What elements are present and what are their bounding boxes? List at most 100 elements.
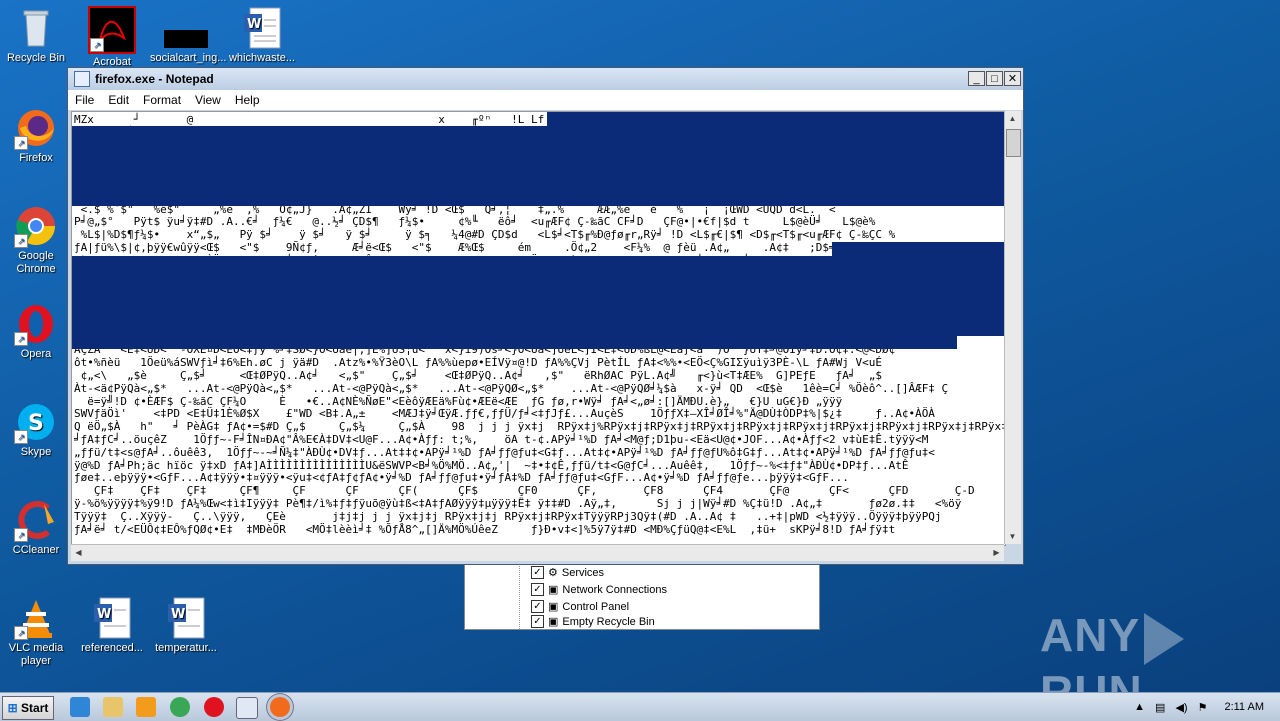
notepad-window[interactable]: firefox.exe - Notepad _ □ ✕ File Edit Fo… xyxy=(67,67,1024,565)
desktop-icon-label: VLC media player xyxy=(8,642,64,667)
window-title: firefox.exe - Notepad xyxy=(95,72,214,86)
selection-highlight xyxy=(72,256,1005,336)
desktop-icon-chrome[interactable]: ↗ Google Chrome xyxy=(0,204,72,276)
text-editor-area[interactable]: MZx ┘ @ x ╓ºⁿ !L Lf!This program cannot … xyxy=(71,111,1006,546)
shortcut-arrow-icon: ↗ xyxy=(14,332,28,346)
start-label: Start xyxy=(21,701,49,715)
checkbox[interactable]: ✓ xyxy=(531,615,544,628)
shortcut-arrow-icon: ↗ xyxy=(14,234,28,248)
desktop-icon-opera[interactable]: ↗ Opera xyxy=(0,302,72,361)
flag-tray-icon[interactable]: ⚑ xyxy=(1193,701,1213,714)
desktop-icon-temperature[interactable]: W temperatur... xyxy=(150,596,222,655)
firefox-icon: ↗ xyxy=(14,106,58,150)
list-item-label: Network Connections xyxy=(562,583,667,596)
desktop-icon-label: CCleaner xyxy=(12,544,60,556)
desktop-icon-firefox[interactable]: ↗ Firefox xyxy=(0,106,72,165)
recycle-bin-icon xyxy=(14,6,58,50)
checkbox[interactable]: ✓ xyxy=(531,583,544,596)
network-tray-icon[interactable]: ▤ xyxy=(1150,701,1170,714)
menu-edit[interactable]: Edit xyxy=(101,93,136,107)
acrobat-icon: ↗ xyxy=(88,6,136,54)
selection-highlight xyxy=(547,112,1005,126)
title-bar[interactable]: firefox.exe - Notepad xyxy=(68,68,1023,90)
checkbox[interactable]: ✓ xyxy=(531,600,544,613)
scroll-right-arrow-icon[interactable]: ▶ xyxy=(989,545,1004,560)
shortcut-arrow-icon: ↗ xyxy=(14,626,28,640)
list-item[interactable]: ✓ ▣ Control Panel xyxy=(531,598,629,615)
clock[interactable]: 2:11 AM xyxy=(1212,701,1280,713)
scroll-down-arrow-icon[interactable]: ▼ xyxy=(1005,529,1020,544)
watermark-text: ANY xyxy=(1040,609,1141,661)
shortcut-arrow-icon: ↗ xyxy=(14,430,28,444)
close-button[interactable]: ✕ xyxy=(1004,71,1021,86)
desktop-icon-label: whichwaste... xyxy=(228,52,296,64)
shortcut-arrow-icon: ↗ xyxy=(90,38,104,52)
word-document-icon: W xyxy=(240,6,284,50)
word-document-icon: W xyxy=(164,596,208,640)
shortcut-arrow-icon: ↗ xyxy=(14,528,28,542)
vertical-scrollbar[interactable]: ▲ ▼ xyxy=(1004,111,1021,544)
svg-text:S: S xyxy=(28,411,44,436)
windows-explorer-icon[interactable] xyxy=(103,697,123,717)
checkbox[interactable]: ✓ xyxy=(531,566,544,579)
desktop-icon-referenced[interactable]: W referenced... xyxy=(76,596,148,655)
chrome-taskbar-icon[interactable] xyxy=(170,697,190,717)
svg-text:W: W xyxy=(97,607,111,622)
menu-bar: File Edit Format View Help xyxy=(68,90,1023,110)
horizontal-scrollbar[interactable]: ◀ ▶ xyxy=(71,544,1004,561)
internet-explorer-icon[interactable] xyxy=(70,697,90,717)
desktop-icon-ccleaner[interactable]: ↗ CCleaner xyxy=(0,498,72,557)
maximize-button[interactable]: □ xyxy=(986,71,1003,86)
notepad-icon xyxy=(74,71,90,87)
opera-icon: ↗ xyxy=(14,302,58,346)
skype-icon: S ↗ xyxy=(14,400,58,444)
opera-taskbar-icon[interactable] xyxy=(204,697,224,717)
scroll-up-arrow-icon[interactable]: ▲ xyxy=(1005,111,1020,126)
menu-help[interactable]: Help xyxy=(228,93,267,107)
vlc-icon: ↗ xyxy=(14,596,58,640)
desktop-icon-socialcart[interactable]: socialcart_ing... xyxy=(150,6,227,65)
list-item[interactable]: ✓ ⚙ Services xyxy=(531,564,604,581)
desktop-icon-acrobat[interactable]: ↗ Acrobat xyxy=(76,6,148,69)
desktop-icon-label: Recycle Bin xyxy=(6,52,66,64)
desktop-icon-whichwaste[interactable]: W whichwaste... xyxy=(226,6,298,65)
menu-format[interactable]: Format xyxy=(136,93,188,107)
volume-tray-icon[interactable]: ◀) xyxy=(1170,701,1192,714)
svg-text:W: W xyxy=(247,17,261,32)
ccleaner-icon: ↗ xyxy=(14,498,58,542)
minimize-button[interactable]: _ xyxy=(968,71,985,86)
menu-file[interactable]: File xyxy=(68,93,101,107)
desktop-icon-label: referenced... xyxy=(81,642,143,654)
desktop-icon-vlc[interactable]: ↗ VLC media player xyxy=(0,596,72,668)
list-item[interactable]: ✓ ▣ Network Connections xyxy=(531,581,667,598)
list-item-label: Empty Recycle Bin xyxy=(562,615,655,628)
network-icon: ▣ xyxy=(548,584,559,596)
play-icon xyxy=(1144,612,1185,665)
control-panel-window[interactable]: ✓ ⚙ Services ✓ ▣ Network Connections ✓ ▣ Contr… xyxy=(464,560,820,630)
scroll-left-arrow-icon[interactable]: ◀ xyxy=(71,545,86,560)
list-item-label: Control Panel xyxy=(562,600,630,613)
chrome-icon: ↗ xyxy=(14,204,58,248)
selection-highlight xyxy=(72,336,957,349)
list-item-label: Services xyxy=(561,566,605,579)
desktop-icon-label: Google Chrome xyxy=(16,250,56,275)
start-button[interactable]: ⊞ Start xyxy=(2,696,54,720)
selection-highlight xyxy=(832,242,1005,256)
scrollbar-thumb[interactable] xyxy=(1006,129,1021,157)
menu-view[interactable]: View xyxy=(188,93,228,107)
list-item[interactable]: ✓ ▣ Empty Recycle Bin xyxy=(531,615,655,628)
tray-expand-icon[interactable]: ▲ xyxy=(1129,701,1150,713)
desktop-icon-label: Skype xyxy=(20,446,52,458)
desktop-icon-recycle-bin[interactable]: Recycle Bin xyxy=(0,6,72,65)
desktop-icon-label: socialcart_ing... xyxy=(150,52,227,64)
desktop-icon-label: Opera xyxy=(20,348,52,360)
notepad-taskbar-icon[interactable] xyxy=(236,697,258,719)
selection-highlight xyxy=(72,126,1005,206)
desktop-icon-skype[interactable]: S ↗ Skype xyxy=(0,400,72,459)
control-panel-icon: ▣ xyxy=(548,601,559,613)
firefox-taskbar-icon[interactable] xyxy=(270,697,290,717)
media-player-icon[interactable] xyxy=(136,697,156,717)
black-file-icon xyxy=(164,6,208,50)
word-document-icon: W xyxy=(90,596,134,640)
gear-icon: ⚙ xyxy=(548,567,558,579)
